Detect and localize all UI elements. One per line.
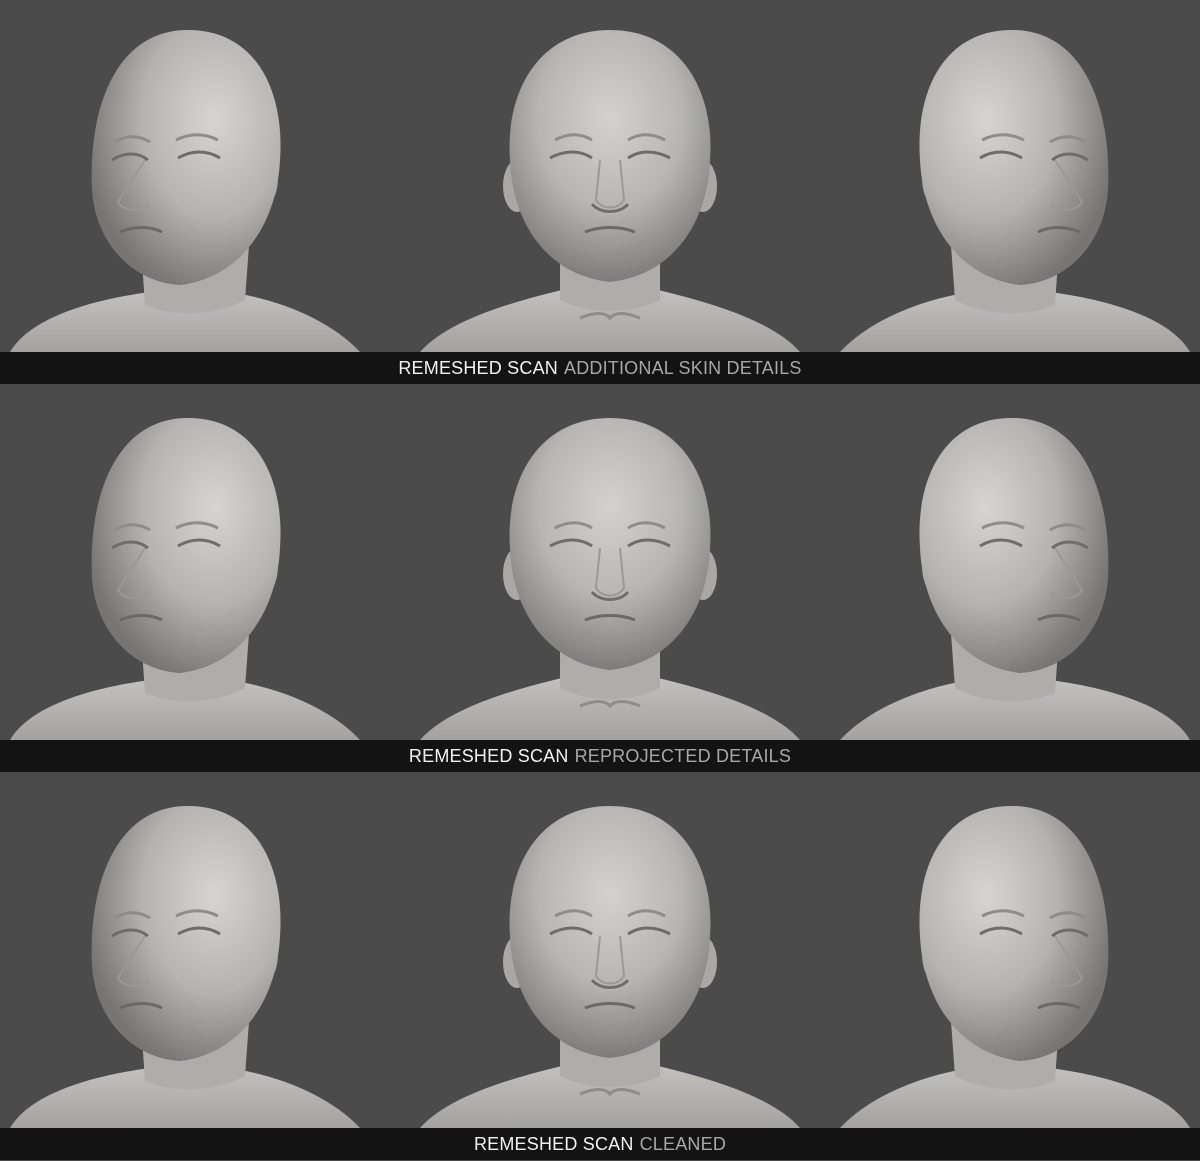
render-row-2: REMESHED SCAN REPROJECTED DETAILS <box>0 386 1200 774</box>
bust-render-three-quarter-right <box>800 0 1200 352</box>
bust-render-three-quarter-left <box>0 776 400 1128</box>
caption-primary: REMESHED SCAN <box>398 357 558 378</box>
caption-bar: REMESHED SCAN CLEANED <box>0 1128 1200 1160</box>
caption-bar: REMESHED SCAN ADDITIONAL SKIN DETAILS <box>0 352 1200 384</box>
bust-render-front <box>410 0 810 352</box>
render-row-1: REMESHED SCAN ADDITIONAL SKIN DETAILS <box>0 0 1200 386</box>
bust-render-front <box>410 388 810 740</box>
bust-render-three-quarter-right <box>800 776 1200 1128</box>
caption-secondary: CLEANED <box>639 1133 727 1154</box>
caption-secondary: ADDITIONAL SKIN DETAILS <box>563 357 802 378</box>
caption-primary: REMESHED SCAN <box>408 745 569 766</box>
caption-bar: REMESHED SCAN REPROJECTED DETAILS <box>0 740 1200 772</box>
bust-render-front <box>410 776 810 1128</box>
caption-secondary: REPROJECTED DETAILS <box>574 745 792 766</box>
bust-render-three-quarter-left <box>0 0 400 352</box>
caption-primary: REMESHED SCAN <box>473 1133 634 1154</box>
render-row-3: REMESHED SCAN CLEANED <box>0 774 1200 1161</box>
bust-render-three-quarter-right <box>800 388 1200 740</box>
bust-render-three-quarter-left <box>0 388 400 740</box>
